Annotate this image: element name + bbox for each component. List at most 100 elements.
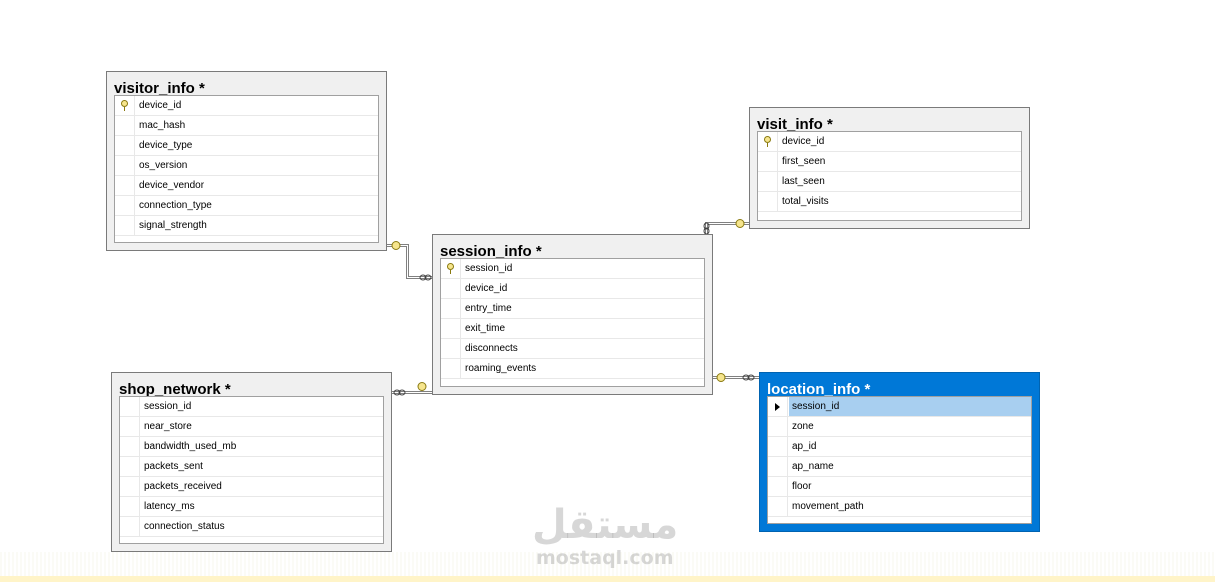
watermark-url: mostaql.com [536,547,674,569]
column-name: connection_type [139,200,212,211]
column-row[interactable]: disconnects [441,339,704,359]
column-name: session_id [792,401,840,412]
row-selector[interactable] [758,172,778,191]
row-selector[interactable] [768,497,788,516]
row-selector[interactable] [768,457,788,476]
column-name: device_type [139,140,193,151]
column-name: roaming_events [465,363,537,374]
column-row[interactable]: last_seen [758,172,1021,192]
column-name: entry_time [465,303,512,314]
row-selector[interactable] [441,279,461,298]
column-row[interactable]: session_id [120,397,383,417]
column-name: packets_sent [144,461,203,472]
row-selector[interactable] [768,477,788,496]
key-icon [447,263,454,274]
column-grid: session_idzone ap_id ap_namefloor movement_… [767,396,1032,524]
row-selector[interactable] [120,437,140,456]
row-selector[interactable] [768,397,788,416]
row-selector[interactable] [120,477,140,496]
column-name: os_version [139,160,188,171]
column-row[interactable]: movement_path [768,497,1031,517]
column-row[interactable]: connection_status [120,517,383,537]
column-row[interactable]: exit_time [441,319,704,339]
row-selector[interactable] [120,517,140,536]
column-row[interactable]: session_id [441,259,704,279]
column-name: zone [792,421,814,432]
rel-line-visitor-session [386,244,432,277]
column-grid: session_id device_id entry_time exit_timedi… [440,258,705,387]
column-row[interactable]: roaming_events [441,359,704,379]
row-selector[interactable] [115,176,135,195]
column-name: latency_ms [144,501,195,512]
row-selector[interactable] [120,397,140,416]
watermark-logo: مستقل [532,502,679,548]
table-shop-network[interactable]: shop_network * session_id near_store bandw… [111,372,392,552]
column-name: floor [792,481,812,492]
column-name: last_seen [782,176,825,187]
column-name: device_vendor [139,180,205,191]
key-icon [764,136,771,147]
row-selector[interactable] [758,132,778,151]
table-visit-info[interactable]: visit_info * device_id first_seen last_see… [749,107,1030,229]
column-row[interactable]: device_id [115,96,378,116]
column-name: connection_status [144,521,225,532]
column-name: packets_received [144,481,222,492]
row-selector[interactable] [115,136,135,155]
column-name: device_id [782,136,825,147]
column-name: first_seen [782,156,826,167]
row-selector[interactable] [768,437,788,456]
row-selector[interactable] [115,116,135,135]
column-row[interactable]: near_store [120,417,383,437]
column-name: total_visits [782,196,829,207]
column-row[interactable]: packets_received [120,477,383,497]
row-selector[interactable] [120,497,140,516]
row-pointer-icon [775,403,780,411]
row-selector[interactable] [115,96,135,115]
table-location-info[interactable]: location_info * session_id zone ap_id ap_na… [759,372,1040,532]
column-row[interactable]: ap_id [768,437,1031,457]
row-selector[interactable] [115,156,135,175]
column-row[interactable]: device_vendor [115,176,378,196]
column-row[interactable]: latency_ms [120,497,383,517]
column-row[interactable]: os_version [115,156,378,176]
column-name: ap_name [792,461,834,472]
column-row[interactable]: total_visits [758,192,1021,212]
column-name: device_id [465,283,508,294]
column-row[interactable]: signal_strength [115,216,378,236]
row-selector[interactable] [768,417,788,436]
row-selector[interactable] [758,192,778,211]
column-row[interactable]: zone [768,417,1031,437]
column-row[interactable]: ap_name [768,457,1031,477]
column-name: movement_path [792,501,864,512]
row-selector[interactable] [120,417,140,436]
column-grid: session_id near_store bandwidth_used_mbpac… [119,396,384,544]
row-selector[interactable] [441,319,461,338]
row-selector[interactable] [120,457,140,476]
column-row[interactable]: device_id [441,279,704,299]
column-row[interactable]: connection_type [115,196,378,216]
column-row[interactable]: device_type [115,136,378,156]
row-selector[interactable] [758,152,778,171]
column-row[interactable]: session_id [768,397,1031,417]
table-visitor-info[interactable]: visitor_info * device_id mac_hash device_t… [106,71,387,251]
row-selector[interactable] [441,299,461,318]
row-selector[interactable] [441,259,461,278]
column-row[interactable]: entry_time [441,299,704,319]
column-name: disconnects [465,343,518,354]
column-row[interactable]: mac_hash [115,116,378,136]
column-name: near_store [144,421,192,432]
column-row[interactable]: device_id [758,132,1021,152]
table-session-info[interactable]: session_info * session_id device_id entry_… [432,234,713,395]
column-name: device_id [139,100,182,111]
row-selector[interactable] [441,359,461,378]
column-row[interactable]: first_seen [758,152,1021,172]
column-name: exit_time [465,323,506,334]
row-selector[interactable] [441,339,461,358]
row-selector[interactable] [115,196,135,215]
row-selector[interactable] [115,216,135,235]
column-row[interactable]: bandwidth_used_mb [120,437,383,457]
column-row[interactable]: packets_sent [120,457,383,477]
column-name: mac_hash [139,120,186,131]
column-row[interactable]: floor [768,477,1031,497]
key-icon [121,100,128,111]
